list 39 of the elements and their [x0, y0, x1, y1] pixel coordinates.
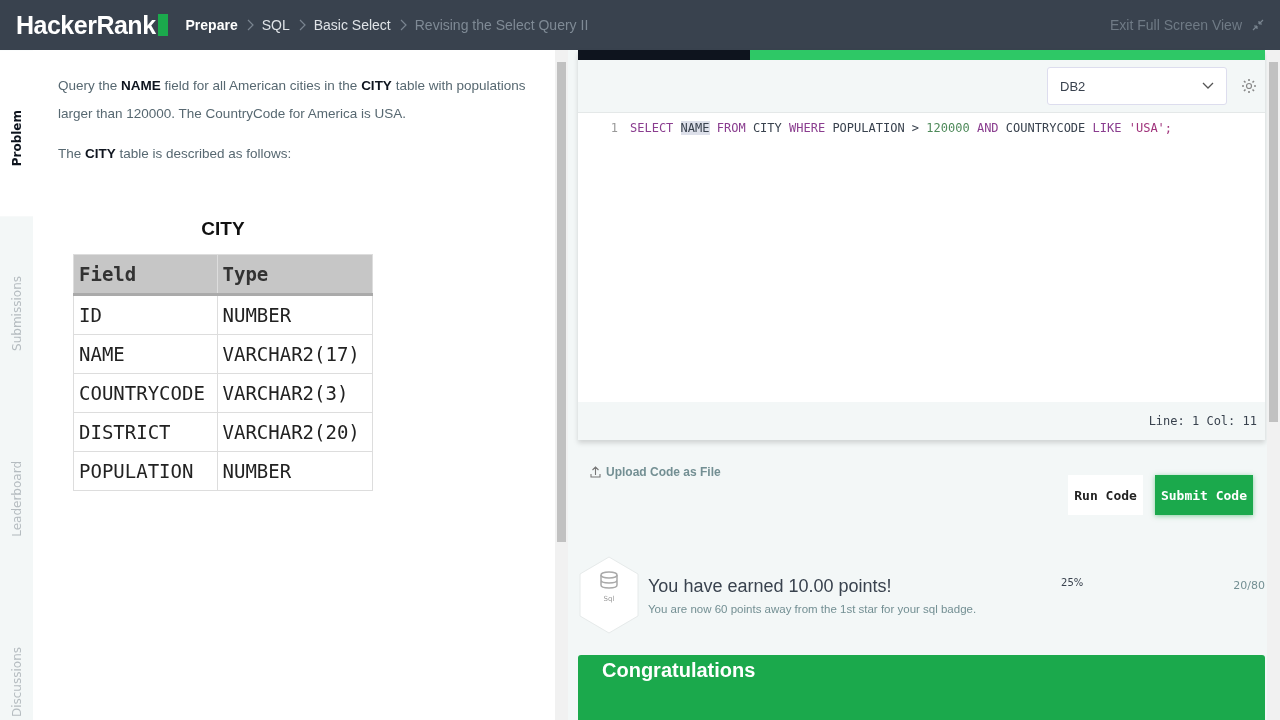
cursor-position: Line: 1 Col: 11 — [1148, 414, 1257, 428]
progress-count: 20/80 — [1233, 579, 1265, 592]
table-cell: NAME — [73, 334, 217, 374]
side-tab[interactable]: Problem — [0, 50, 33, 217]
chevron-icon — [245, 19, 254, 31]
banner-title: Congratulations — [602, 659, 756, 681]
table-cell: POPULATION — [73, 451, 217, 491]
scrollbar[interactable] — [555, 50, 568, 720]
table-cell: DISTRICT — [73, 412, 217, 452]
breadcrumb-link[interactable]: Basic Select — [313, 17, 391, 33]
caret-icon — [1202, 82, 1214, 90]
table-cell: ID — [73, 294, 217, 335]
chevron-icon — [297, 19, 306, 31]
points-message: You are now 60 points away from the 1st star for your sql badge. — [648, 602, 977, 615]
run-code-button[interactable]: Run Code — [1068, 475, 1143, 515]
column-header: Type — [217, 254, 373, 295]
table-cell: NUMBER — [217, 294, 373, 335]
breadcrumb-link[interactable]: Prepare — [185, 17, 238, 33]
progress-percent: 25% — [1061, 577, 1084, 588]
upload-icon — [590, 466, 601, 478]
line-number: 1 — [609, 121, 619, 135]
table-cell: NUMBER — [217, 451, 373, 491]
chevron-icon — [398, 19, 407, 31]
scrollbar[interactable] — [1267, 50, 1280, 720]
problem-text: The CITY table is described as follows: — [58, 145, 293, 163]
shrink-icon[interactable] — [1252, 19, 1264, 31]
table-cell: COUNTRYCODE — [73, 373, 217, 413]
table-cell: VARCHAR2(17) — [217, 334, 373, 374]
column-header: Field — [73, 254, 217, 295]
table-title: CITY — [200, 218, 246, 240]
code-line[interactable]: SELECT NAME FROM CITY WHERE POPULATION > 120000 AND COUNTRYCODE LIKE 'USA'; — [630, 121, 1173, 135]
language-dropdown[interactable]: DB2 — [1047, 67, 1227, 105]
logo[interactable]: HackerRank — [16, 10, 168, 40]
points-heading: You have earned 10.00 points! — [648, 575, 893, 597]
settings-icon[interactable] — [1241, 78, 1257, 94]
breadcrumb-link[interactable]: SQL — [261, 17, 290, 33]
table-cell: VARCHAR2(20) — [217, 412, 373, 452]
problem-text: Query the NAME field for all American cities in the CITY table with populations larger than 120000. The CountryCode for America is USA. — [58, 77, 527, 123]
table-cell: VARCHAR2(3) — [217, 373, 373, 413]
